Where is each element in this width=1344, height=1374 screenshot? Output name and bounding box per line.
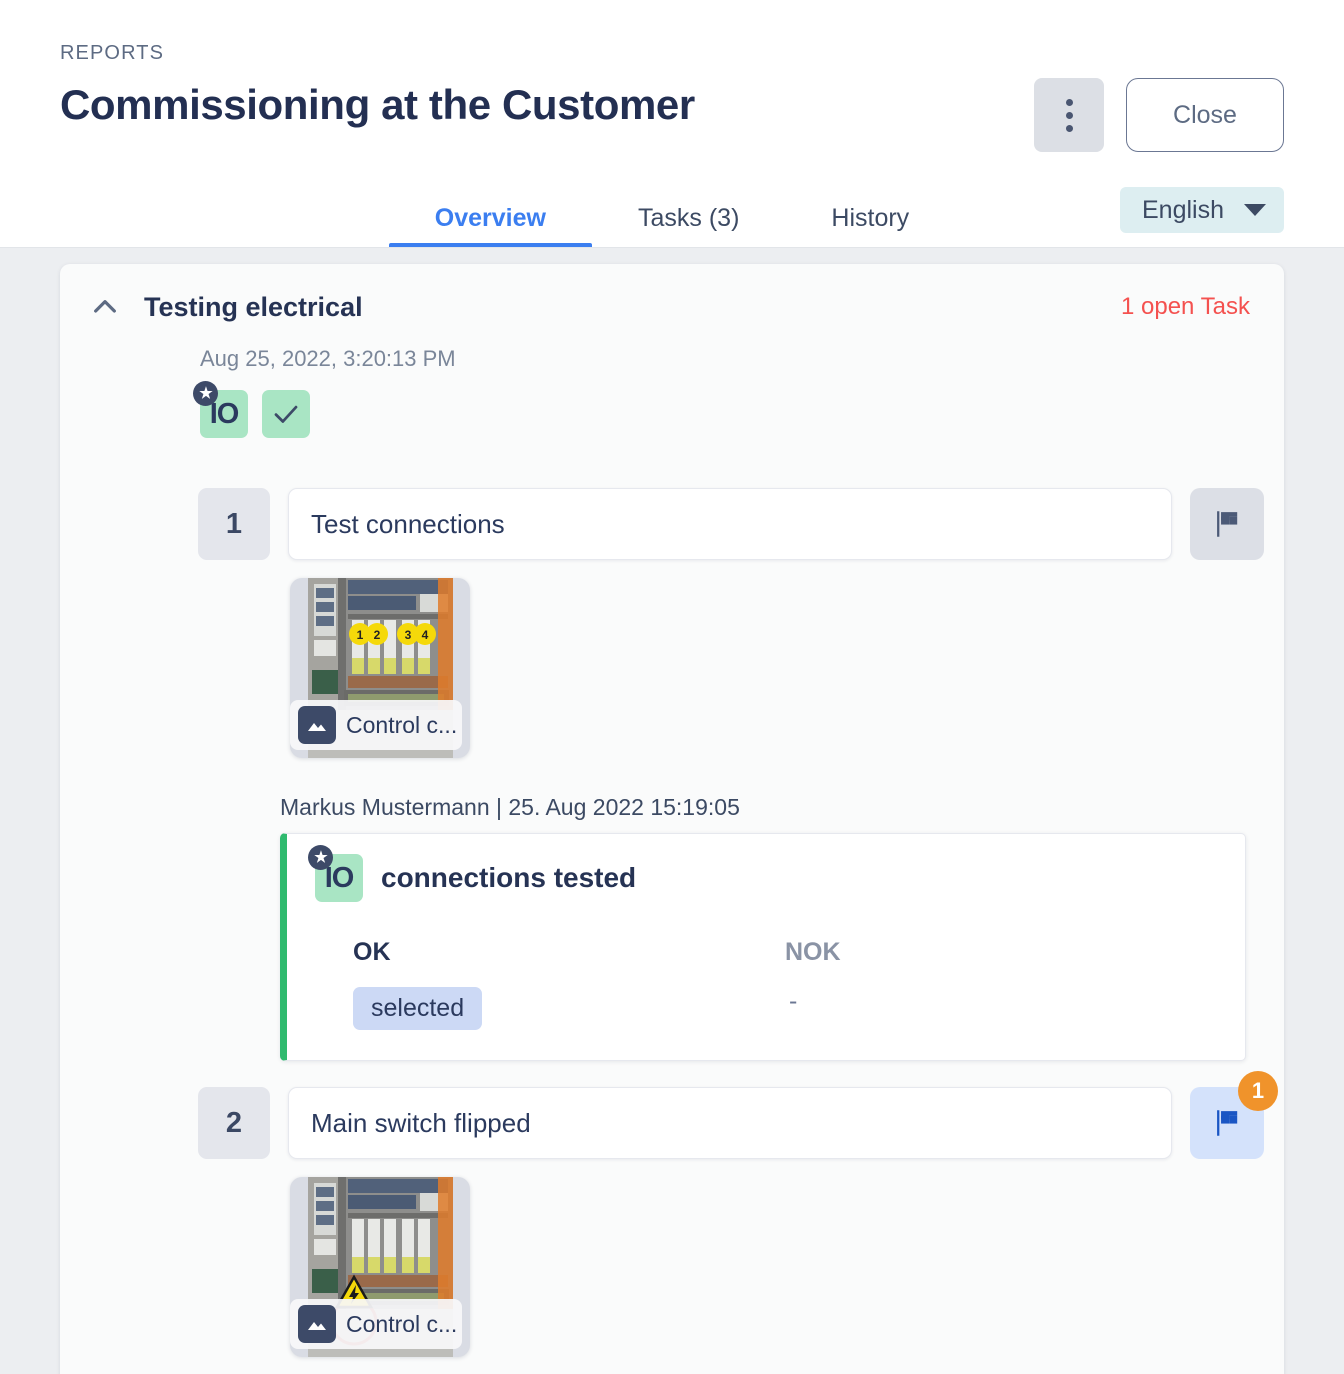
answer-option-ok: OK selected xyxy=(353,938,785,1030)
answer-options: OK selected NOK - xyxy=(315,938,1217,1030)
open-task-count: 1 open Task xyxy=(1121,293,1250,320)
io-answer-badge: ★ IO xyxy=(308,845,363,902)
flag-icon xyxy=(1217,1110,1238,1136)
answer-card: ★ IO connections tested OK selected NOK … xyxy=(280,833,1246,1061)
svg-text:1: 1 xyxy=(357,628,364,642)
step-row: 2 Main switch flipped 1 xyxy=(80,1071,1278,1159)
attachment-label: Control c... xyxy=(290,1299,462,1349)
header-actions: Close xyxy=(1034,78,1284,152)
star-icon: ★ xyxy=(193,381,218,406)
section-header: Testing electrical 1 open Task xyxy=(60,290,1284,324)
step-item: 2 Main switch flipped 1 Control c... xyxy=(80,1071,1278,1357)
attachment-list: Control c... xyxy=(80,1177,1264,1357)
answer-option-label: OK xyxy=(353,938,391,966)
step-number: 2 xyxy=(198,1087,270,1159)
answer-option-nok: NOK - xyxy=(785,938,1217,1030)
close-button[interactable]: Close xyxy=(1126,78,1284,152)
breadcrumb: REPORTS xyxy=(60,42,165,64)
svg-text:4: 4 xyxy=(422,628,429,642)
kebab-dot-icon xyxy=(1065,124,1073,132)
io-status-badge: ★ IO xyxy=(193,381,248,438)
kebab-dot-icon xyxy=(1065,111,1073,119)
attachment-name: Control c... xyxy=(346,711,458,738)
tab-bar: Overview Tasks (3) History English xyxy=(0,173,1344,247)
section-timestamp: Aug 25, 2022, 3:20:13 PM xyxy=(200,346,456,371)
attachment-thumbnail[interactable]: 1 2 3 4 Control c... xyxy=(290,578,470,758)
tab-history[interactable]: History xyxy=(785,204,955,247)
language-select[interactable]: English xyxy=(1120,187,1284,233)
attachment-thumbnail[interactable]: Control c... xyxy=(290,1177,470,1357)
flag-count-badge: 1 xyxy=(1238,1071,1278,1111)
kebab-dot-icon xyxy=(1065,98,1073,106)
image-icon xyxy=(298,1305,336,1343)
answer-author: Markus Mustermann | 25. Aug 2022 15:19:0… xyxy=(280,794,740,820)
tab-overview[interactable]: Overview xyxy=(388,204,593,247)
step-title[interactable]: Test connections xyxy=(288,488,1172,560)
answer-header: ★ IO connections tested xyxy=(308,845,1217,902)
chevron-up-icon[interactable] xyxy=(88,290,122,324)
step-list: 1 Test connections 1 2 3 4 Control c... … xyxy=(60,488,1284,1374)
app-header: REPORTS Commissioning at the Customer Cl… xyxy=(0,0,1344,248)
svg-text:2: 2 xyxy=(374,628,381,642)
step-title[interactable]: Main switch flipped xyxy=(288,1087,1172,1159)
answer-option-value: - xyxy=(789,987,798,1015)
tab-tasks[interactable]: Tasks (3) xyxy=(592,204,785,247)
answer-option-value: selected xyxy=(353,987,483,1030)
section-card-testing-electrical: Testing electrical 1 open Task Aug 25, 2… xyxy=(60,264,1284,1374)
chevron-down-icon xyxy=(1244,204,1266,216)
image-icon xyxy=(298,706,336,744)
check-status-badge xyxy=(262,390,310,438)
answer-title: connections tested xyxy=(381,862,637,893)
attachment-label: Control c... xyxy=(290,700,462,750)
step-item: 1 Test connections 1 2 3 4 Control c... … xyxy=(80,488,1264,1061)
section-badges: ★ IO xyxy=(193,381,1284,438)
answer-option-label: NOK xyxy=(785,938,841,966)
language-select-value: English xyxy=(1142,195,1224,224)
more-options-button[interactable] xyxy=(1034,78,1104,152)
svg-text:3: 3 xyxy=(405,628,412,642)
answer-block: Markus Mustermann | 25. Aug 2022 15:19:0… xyxy=(80,794,1264,1061)
main-content: Testing electrical 1 open Task Aug 25, 2… xyxy=(0,248,1344,1374)
attachment-list: 1 2 3 4 Control c... xyxy=(80,578,1264,758)
flag-icon xyxy=(1217,511,1238,537)
section-title: Testing electrical xyxy=(144,291,363,322)
flag-button[interactable]: 1 xyxy=(1190,1071,1278,1159)
section-meta: Aug 25, 2022, 3:20:13 PM ★ IO xyxy=(60,346,1284,438)
step-number: 1 xyxy=(198,488,270,560)
star-icon: ★ xyxy=(308,845,333,870)
tab-list: Overview Tasks (3) History xyxy=(388,204,955,247)
step-row: 1 Test connections xyxy=(80,488,1264,560)
flag-button[interactable] xyxy=(1190,488,1264,560)
attachment-name: Control c... xyxy=(346,1310,458,1337)
